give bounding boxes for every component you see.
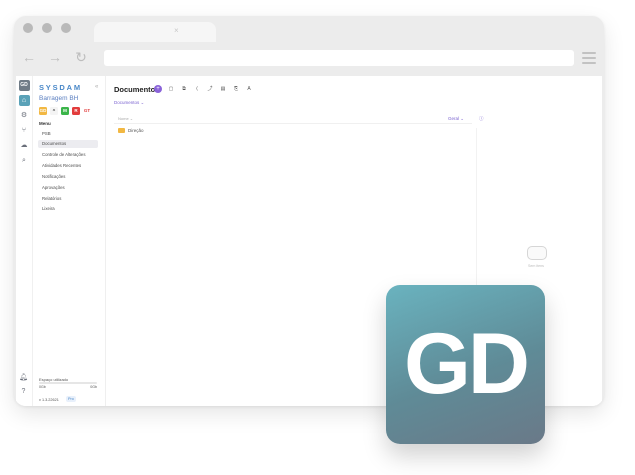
info-icon[interactable]: ⓘ (479, 116, 484, 122)
sidebar-item-atividades[interactable]: Atividades Recentes (38, 162, 98, 170)
plan-badge: Pro (66, 396, 76, 402)
url-bar[interactable] (104, 50, 574, 66)
browser-tab[interactable]: × (94, 22, 216, 42)
app-gt-icon[interactable]: GT (83, 107, 91, 115)
archive-icon[interactable]: ▤ (220, 85, 226, 93)
brand-logo: SYSDAM (39, 83, 82, 92)
empty-state-icon (527, 246, 547, 260)
storage-total: 0Gb (90, 385, 97, 389)
help-icon[interactable]: ? (18, 386, 29, 397)
divider (114, 123, 472, 124)
window-controls (23, 23, 71, 33)
storage-used: 0Gb (39, 385, 46, 389)
folder-name: Direção (128, 128, 144, 133)
gd-app-logo: GD (386, 285, 545, 444)
gd-logo-text: GD (404, 316, 530, 412)
app-m-icon[interactable]: M (61, 107, 69, 115)
reload-icon[interactable]: ↻ (72, 49, 90, 65)
page-title: Documentos (114, 85, 160, 94)
sidebar-item-aprovacoes[interactable]: Aprovações (38, 184, 98, 192)
minimize-window-dot[interactable] (42, 23, 52, 33)
maximize-window-dot[interactable] (61, 23, 71, 33)
share-icon[interactable]: ⟨ (194, 85, 200, 93)
close-tab-icon[interactable]: × (174, 26, 179, 36)
select-icon[interactable]: ▢ (168, 85, 174, 93)
bell-icon[interactable]: 🔔︎ (18, 372, 29, 383)
duplicate-icon[interactable]: ⎘ (233, 85, 239, 93)
filter-dropdown[interactable]: Geral ⌄ (448, 116, 464, 122)
storage-bar (39, 382, 97, 384)
move-icon[interactable]: ⤴ (207, 85, 213, 93)
gear-icon[interactable]: ⚙ (19, 110, 30, 121)
cloud-icon[interactable]: ☁ (19, 140, 30, 151)
icon-rail: GD ⌂ ⚙ ⑂ ☁ ⌕ 🔔︎ ? (16, 76, 33, 406)
sidebar-item-notificacoes[interactable]: Notificações (38, 173, 98, 181)
close-window-dot[interactable] (23, 23, 33, 33)
app-r-icon[interactable]: R (72, 107, 80, 115)
storage-values: 0Gb 0Gb (39, 385, 97, 389)
add-button[interactable]: + (154, 85, 162, 93)
app-logo[interactable]: GD (18, 80, 30, 91)
menu-section-label: Menu (39, 121, 51, 126)
sidebar-item-lixeira[interactable]: Lixeira (38, 205, 98, 213)
collapse-sidebar-icon[interactable]: « (95, 84, 98, 90)
sidebar-item-relatorios[interactable]: Relatórios (38, 195, 98, 203)
toolbar: ▢ ⧉ ⟨ ⤴ ▤ ⎘ A (168, 85, 252, 93)
app-gd-icon[interactable]: GD (39, 107, 47, 115)
home-icon[interactable]: ⌂ (18, 95, 30, 106)
sidebar-item-psb[interactable]: PSB (38, 130, 98, 138)
sidebar-item-controle-alteracoes[interactable]: Controle de Alterações (38, 151, 98, 159)
browser-nav: ← → ↻ (20, 49, 90, 65)
sidebar-item-documentos[interactable]: Documentos (38, 140, 98, 148)
sidebar: SYSDAM « Barragem BH GD ^ M R GT Menu PS… (33, 76, 106, 406)
hamburger-menu-icon[interactable] (582, 52, 596, 67)
forward-arrow-icon[interactable]: → (46, 49, 64, 65)
folder-row[interactable]: Direção (118, 128, 144, 133)
empty-state-text: Sem itens (528, 264, 544, 268)
app-switcher: GD ^ M R GT (39, 107, 91, 115)
folder-icon (118, 128, 125, 133)
column-header-name[interactable]: Nome ⌄ (118, 116, 133, 121)
breadcrumb[interactable]: Documentos ⌄ (114, 100, 144, 106)
copy-icon[interactable]: ⧉ (181, 85, 187, 93)
search-icon[interactable]: ⌕ (19, 155, 30, 166)
branch-icon[interactable]: ⑂ (19, 125, 30, 136)
version-label: v 1.3.22621 (39, 398, 59, 402)
app-chart-icon[interactable]: ^ (50, 107, 58, 115)
back-arrow-icon[interactable]: ← (20, 49, 38, 65)
project-name[interactable]: Barragem BH (39, 95, 78, 102)
rename-icon[interactable]: A (246, 85, 252, 93)
